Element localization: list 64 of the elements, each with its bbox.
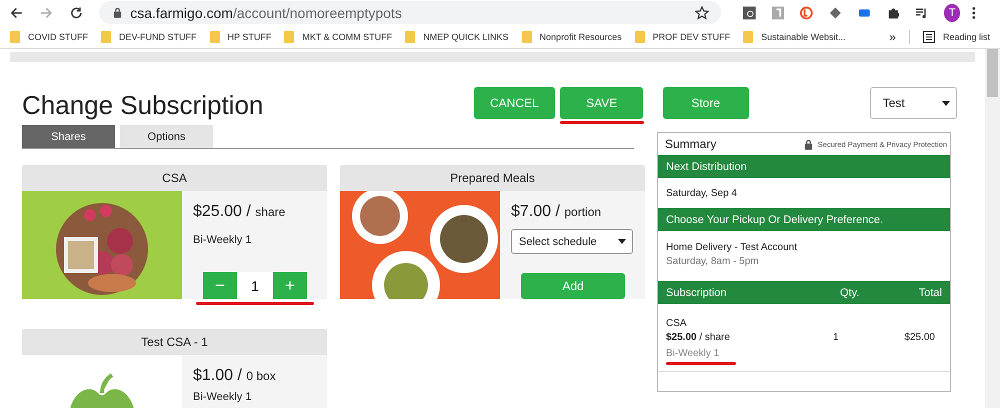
folder-icon <box>743 30 754 42</box>
folder-icon <box>210 30 220 42</box>
profile-avatar[interactable]: T <box>944 4 960 22</box>
schedule-select[interactable]: Select schedule <box>511 229 633 254</box>
scrollbar-thumb[interactable] <box>987 49 998 97</box>
bookmarks-overflow[interactable]: » <box>889 30 896 44</box>
bookmark-item[interactable]: MKT & COMM STUFF <box>284 30 392 42</box>
address-bar[interactable]: csa.farmigo.com/account/nomoreemptypots <box>99 1 721 24</box>
bookmark-item[interactable]: COVID STUFF <box>10 30 88 42</box>
scrollbar[interactable] <box>985 49 1000 408</box>
distribution-date: Saturday, Sep 4 <box>665 186 738 200</box>
folder-icon <box>522 30 532 42</box>
tab[interactable]: Shares <box>22 125 115 148</box>
extension-icon[interactable] <box>800 6 813 20</box>
delivery-time: Saturday, 8am - 5pm <box>666 256 760 267</box>
folder-icon <box>101 30 111 42</box>
column-header: Total <box>918 286 942 298</box>
page-title: Change Subscription <box>22 90 264 121</box>
reload-icon[interactable] <box>70 6 82 20</box>
item-name: CSA <box>666 318 688 329</box>
reading-list-button[interactable]: Reading list <box>922 30 990 42</box>
quantity-field[interactable]: 1 <box>237 272 273 299</box>
bookmark-item[interactable]: PROF DEV STUFF <box>634 30 730 42</box>
item-quantity: 1 <box>833 332 840 343</box>
star-icon[interactable] <box>694 6 709 20</box>
back-icon[interactable] <box>10 6 23 20</box>
item-price: $25.00 / share <box>666 332 731 343</box>
card-header: CSA <box>22 165 327 191</box>
folder-icon <box>634 30 645 42</box>
tab[interactable]: Options <box>120 125 213 148</box>
card-header: Prepared Meals <box>340 165 645 191</box>
folder-icon <box>10 30 20 42</box>
card-header: Test CSA - 1 <box>22 329 327 355</box>
store-select[interactable]: Test <box>870 87 957 119</box>
extension-icon[interactable] <box>742 6 756 20</box>
section-header: Next Distribution <box>658 155 950 178</box>
lock-icon <box>113 7 122 18</box>
menu-icon[interactable] <box>972 6 976 20</box>
folder-icon <box>284 30 294 42</box>
bookmark-item[interactable]: DEV-FUND STUFF <box>101 30 196 42</box>
lock-icon <box>804 138 813 150</box>
bookmark-item[interactable]: Sustainable Websit... <box>743 30 846 42</box>
list-icon <box>922 30 935 42</box>
caret-icon <box>942 100 950 106</box>
share-price: $25.00 / share <box>193 203 286 221</box>
caret-icon <box>618 239 626 244</box>
column-header: Qty. <box>840 286 860 298</box>
bookmark-item[interactable]: HP STUFF <box>210 30 272 42</box>
share-price: $7.00 / portion <box>511 203 602 221</box>
summary-title: Summary <box>665 137 716 151</box>
extension-icon[interactable] <box>829 6 842 20</box>
item-schedule: Bi-Weekly 1 <box>666 348 720 359</box>
item-total: $25.00 <box>903 332 935 343</box>
share-price: $1.00 / 0 box <box>193 367 277 385</box>
share-schedule: Bi-Weekly 1 <box>193 391 252 403</box>
share-schedule: Bi-Weekly 1 <box>193 234 252 246</box>
playlist-icon[interactable] <box>915 6 928 20</box>
bookmark-item[interactable]: Nonprofit Resources <box>522 30 622 42</box>
section-header: Choose Your Pickup Or Delivery Preference. <box>658 208 950 231</box>
delivery-name: Home Delivery - Test Account <box>666 242 798 253</box>
puzzle-icon[interactable] <box>886 6 900 20</box>
bookmark-item[interactable]: NMEP QUICK LINKS <box>405 30 509 42</box>
folder-icon <box>405 30 416 42</box>
column-header: Subscription <box>666 286 728 298</box>
